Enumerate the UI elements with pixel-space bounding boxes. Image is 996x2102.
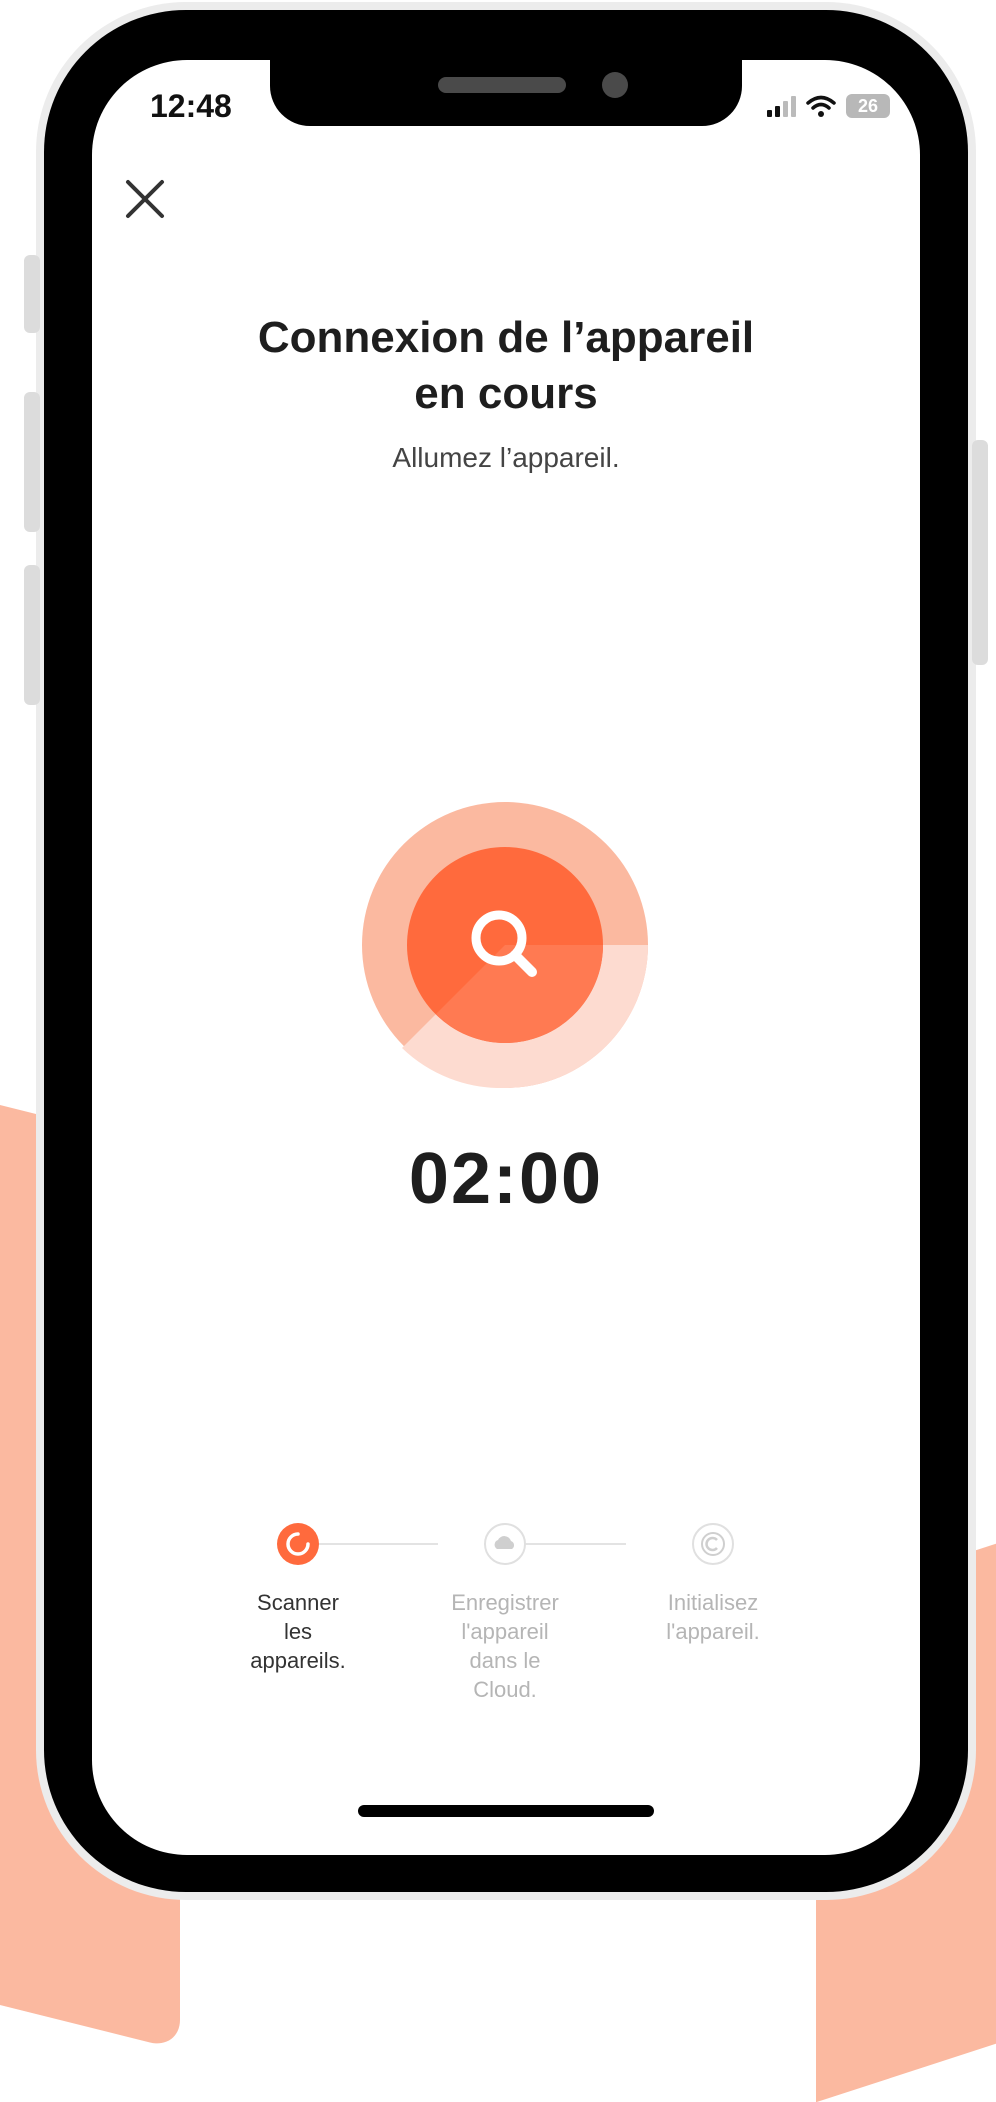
wifi-icon bbox=[806, 95, 836, 117]
phone-screen: 12:48 26 Connexion de l’appareil en cour… bbox=[92, 60, 920, 1855]
battery-icon: 26 bbox=[846, 94, 890, 118]
step-label-line: Enregistrer bbox=[451, 1590, 559, 1615]
page-title-line-2: en cours bbox=[414, 369, 598, 418]
step-label-line: appareils. bbox=[250, 1648, 346, 1673]
step-label-line: Scanner bbox=[257, 1590, 339, 1615]
page-title-line-1: Connexion de l’appareil bbox=[257, 313, 755, 362]
status-icons: 26 bbox=[767, 94, 890, 118]
phone-volume-up-button bbox=[24, 392, 40, 532]
signal-icon bbox=[767, 95, 796, 117]
step-label-line: l'appareil bbox=[461, 1619, 549, 1644]
notch bbox=[270, 60, 742, 126]
page-subtitle: Allumez l’appareil. bbox=[392, 442, 620, 473]
phone-power-button bbox=[972, 440, 988, 665]
countdown-timer: 02:00 bbox=[408, 1139, 604, 1219]
home-indicator[interactable] bbox=[358, 1805, 654, 1817]
step-label-line: les bbox=[283, 1619, 313, 1644]
step-label-line: Initialisez bbox=[667, 1590, 759, 1615]
step-label-cloud: Enregistrer l'appareil dans le Cloud. bbox=[430, 1588, 580, 1704]
front-camera bbox=[602, 72, 628, 98]
step-label-line: Cloud. bbox=[473, 1677, 537, 1702]
status-time: 12:48 bbox=[150, 88, 232, 124]
stepper-connector bbox=[298, 1543, 438, 1545]
close-icon[interactable] bbox=[124, 178, 166, 220]
spinner-icon bbox=[286, 1532, 310, 1556]
step-dot-cloud bbox=[484, 1523, 526, 1565]
step-label-scan: Scanner les appareils. bbox=[223, 1588, 373, 1675]
step-dot-initialize bbox=[692, 1523, 734, 1565]
speaker-grille bbox=[438, 77, 566, 93]
copyright-icon bbox=[701, 1532, 725, 1556]
phone-volume-down-button bbox=[24, 565, 40, 705]
step-dot-scan bbox=[277, 1523, 319, 1565]
cloud-icon bbox=[494, 1536, 515, 1549]
step-label-line: l'appareil. bbox=[666, 1619, 760, 1644]
scan-indicator bbox=[362, 802, 648, 1088]
step-label-initialize: Initialisez l'appareil. bbox=[638, 1588, 788, 1646]
page-title: Connexion de l’appareil en cours bbox=[92, 310, 920, 422]
phone-mute-switch bbox=[24, 255, 40, 333]
step-label-line: dans le bbox=[469, 1648, 541, 1673]
